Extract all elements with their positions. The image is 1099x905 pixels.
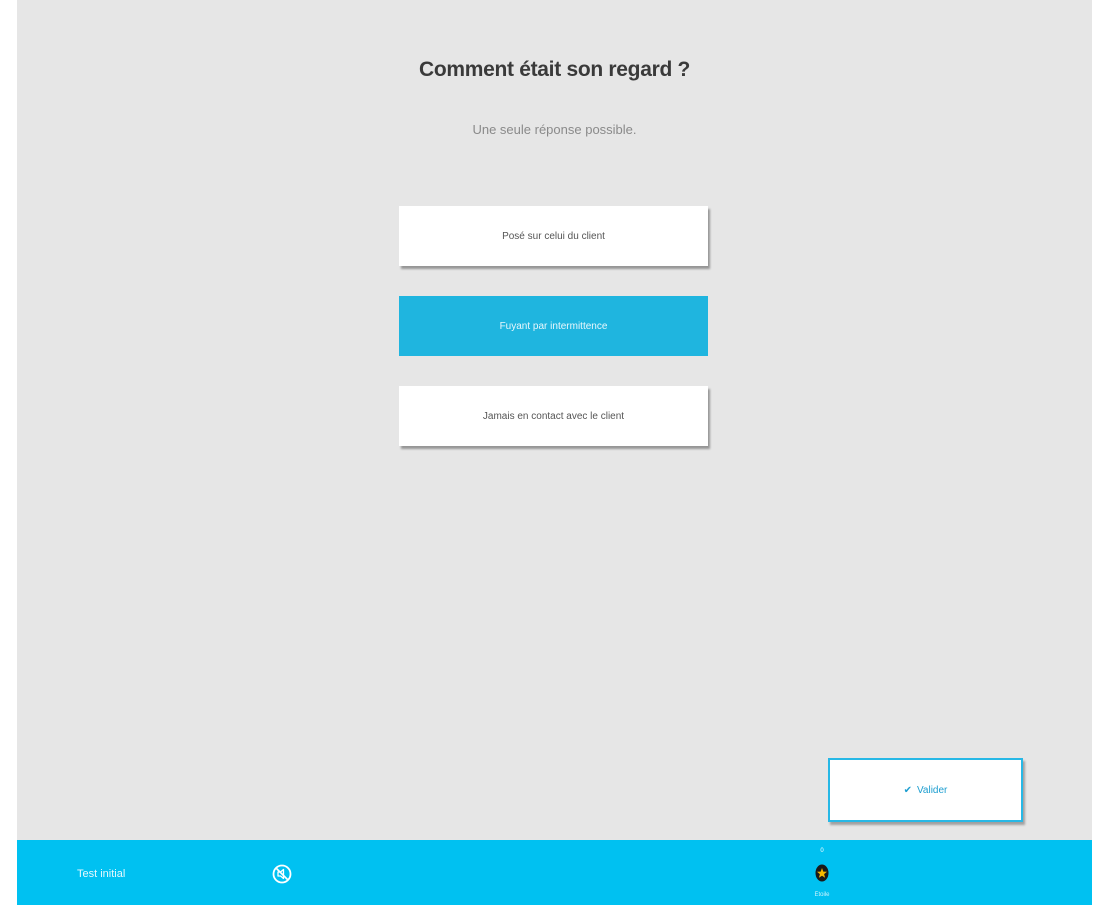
answer-option-label: Posé sur celui du client: [502, 230, 605, 242]
validate-button-label: Valider: [917, 784, 948, 796]
checkmark-icon: ✔: [903, 784, 912, 796]
answer-option-label: Jamais en contact avec le client: [482, 410, 625, 422]
question-panel: Comment était son regard ? Une seule rép…: [17, 0, 1092, 840]
answer-option-1[interactable]: Posé sur celui du client: [399, 206, 708, 266]
app-screen: Comment était son regard ? Une seule rép…: [0, 0, 1099, 905]
star-icon: [815, 864, 829, 882]
star-counter: 0 Étoile: [813, 848, 831, 904]
star-label: Étoile: [814, 892, 830, 898]
star-count: 0: [820, 848, 824, 854]
test-title: Test initial: [77, 868, 126, 880]
answer-option-label: Fuyant par intermittence: [499, 320, 608, 332]
validate-button[interactable]: ✔ Valider: [828, 758, 1023, 822]
bottom-bar: Test initial 0 Étoile: [17, 840, 1092, 905]
question-title: Comment était son regard ?: [418, 58, 691, 81]
no-sound-icon[interactable]: [272, 864, 292, 884]
answer-option-3[interactable]: Jamais en contact avec le client: [399, 386, 708, 446]
answer-option-2[interactable]: Fuyant par intermittence: [399, 296, 708, 356]
question-subtitle: Une seule réponse possible.: [472, 122, 637, 137]
